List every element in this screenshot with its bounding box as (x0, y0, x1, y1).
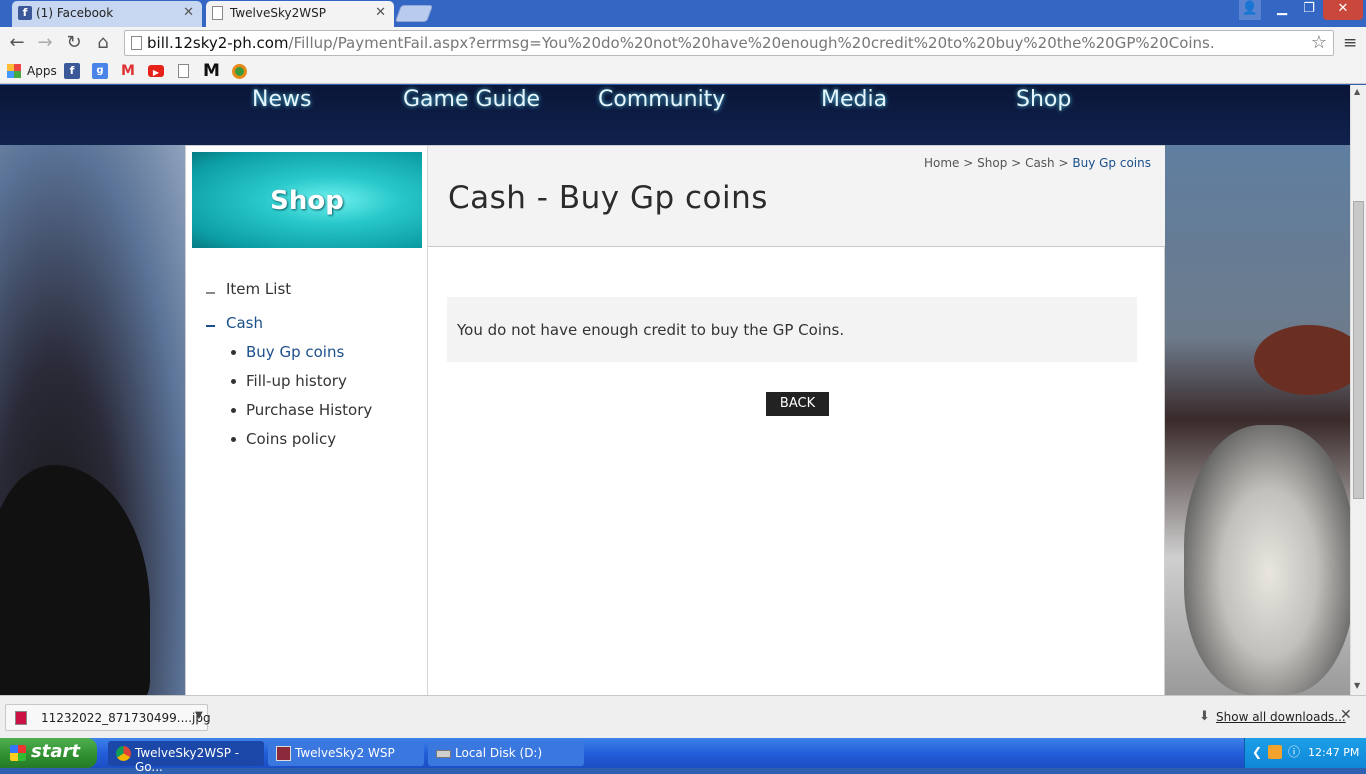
url-path: /Fillup/PaymentFail.aspx?errmsg=You%20do… (288, 34, 1215, 52)
breadcrumb-cash[interactable]: Cash (1025, 156, 1055, 170)
nav-news[interactable]: News (252, 87, 311, 112)
page-icon (212, 6, 223, 20)
show-all-downloads-link[interactable]: Show all downloads... (1216, 710, 1346, 724)
reload-icon[interactable]: ↻ (63, 31, 85, 55)
sidebar-item-fill-up-history[interactable]: Fill-up history (246, 372, 347, 390)
task-twelvesky[interactable]: TwelveSky2 WSP (268, 741, 424, 766)
close-tab-icon[interactable]: ✕ (183, 5, 194, 20)
forward-arrow-icon[interactable]: → (34, 31, 56, 55)
breadcrumb: Home > Shop > Cash > Buy Gp coins (924, 156, 1151, 170)
page-title: Cash - Buy Gp coins (448, 180, 768, 216)
page-scrollbar[interactable]: ▲ ▼ (1350, 85, 1366, 695)
dash-icon (206, 325, 215, 327)
download-arrow-icon: ⬇ (1199, 709, 1210, 724)
browser-tab-strip: f (1) Facebook ✕ TwelveSky2WSP ✕ 👤 ▁ ❐ ✕ (0, 0, 1366, 27)
download-item[interactable]: 11232022_871730499....jpg ▼ (5, 704, 211, 731)
breadcrumb-shop[interactable]: Shop (977, 156, 1007, 170)
minimize-button[interactable]: ▁ (1269, 0, 1295, 20)
tab-label: TwelveSky2WSP (230, 6, 326, 20)
bookmark-star-icon[interactable]: ☆ (1311, 32, 1327, 53)
tab-facebook[interactable]: f (1) Facebook ✕ (12, 1, 202, 27)
nav-shop[interactable]: Shop (1016, 87, 1071, 112)
tray-app-icon[interactable] (1268, 745, 1282, 759)
nav-game-guide[interactable]: Game Guide (403, 87, 540, 112)
back-button[interactable]: BACK (766, 392, 829, 416)
sidebar-item-purchase-history[interactable]: Purchase History (246, 401, 372, 419)
bookmarks-bar: Apps f g M ▶ M (0, 59, 1366, 84)
downloads-bar: 11232022_871730499....jpg ▼ ⬇ Show all d… (0, 695, 1366, 738)
sidebar-item-cash[interactable]: Cash (226, 314, 263, 332)
sidebar-item-buy-gp-coins[interactable]: Buy Gp coins (246, 343, 344, 361)
game-icon (276, 746, 291, 761)
tab-twelvesky[interactable]: TwelveSky2WSP ✕ (206, 1, 394, 27)
chrome-icon (116, 746, 131, 761)
start-button[interactable]: start (0, 738, 97, 768)
gmail-bookmark-icon[interactable]: M (120, 63, 136, 79)
medium-bookmark-icon[interactable]: M (203, 63, 220, 80)
taskbar: start TwelveSky2WSP - Go... TwelveSky2 W… (0, 738, 1366, 774)
clock: 12:47 PM (1308, 746, 1360, 759)
drive-icon (436, 750, 451, 758)
network-bookmark-icon[interactable] (232, 64, 247, 79)
scroll-thumb[interactable] (1353, 201, 1364, 499)
close-downloads-icon[interactable]: ✕ (1340, 707, 1352, 723)
character-artwork (0, 145, 186, 695)
profile-icon[interactable]: 👤 (1239, 0, 1261, 20)
chevron-down-icon[interactable]: ▼ (195, 710, 203, 721)
web-page: News Game Guide Community Media Shop Sho… (0, 85, 1350, 695)
nav-media[interactable]: Media (821, 87, 887, 112)
back-arrow-icon[interactable]: ← (6, 31, 28, 55)
apps-grid-icon[interactable] (7, 64, 21, 78)
content-panel: Shop Item List Cash Buy Gp coins Fill-up… (185, 145, 1165, 695)
restore-button[interactable]: ❐ (1296, 0, 1322, 20)
windows-flag-icon (10, 745, 26, 761)
facebook-icon: f (18, 6, 32, 20)
new-tab-button[interactable] (394, 5, 434, 22)
error-message: You do not have enough credit to buy the… (457, 321, 845, 339)
chevron-left-icon[interactable]: ❮ (1250, 745, 1264, 759)
sidebar-item-coins-policy[interactable]: Coins policy (246, 430, 336, 448)
address-bar[interactable]: bill.12sky2-ph.com/Fillup/PaymentFail.as… (124, 30, 1334, 56)
shop-banner: Shop (192, 152, 422, 248)
image-file-icon (15, 711, 27, 725)
system-tray: ❮ ⓘ 12:47 PM (1244, 738, 1366, 768)
google-bookmark-icon[interactable]: g (92, 63, 108, 79)
site-nav: News Game Guide Community Media Shop (0, 85, 1350, 135)
apps-label[interactable]: Apps (27, 64, 57, 78)
page-bookmark-icon[interactable] (178, 64, 189, 78)
tab-label: (1) Facebook (36, 6, 114, 20)
dash-icon (206, 292, 215, 294)
url-host: bill.12sky2-ph.com (147, 34, 289, 52)
page-icon (131, 36, 142, 50)
facebook-bookmark-icon[interactable]: f (64, 63, 80, 79)
nav-community[interactable]: Community (598, 87, 725, 112)
close-tab-icon[interactable]: ✕ (375, 5, 386, 20)
menu-icon[interactable]: ≡ (1343, 33, 1357, 53)
task-local-disk[interactable]: Local Disk (D:) (428, 741, 584, 766)
scroll-down-icon[interactable]: ▼ (1354, 681, 1360, 690)
close-window-button[interactable]: ✕ (1323, 0, 1363, 20)
page-header: Home > Shop > Cash > Buy Gp coins Cash -… (428, 146, 1165, 247)
youtube-bookmark-icon[interactable]: ▶ (148, 65, 164, 77)
task-chrome[interactable]: TwelveSky2WSP - Go... (108, 741, 264, 774)
sidebar-item-list[interactable]: Item List (226, 280, 291, 298)
shop-banner-title: Shop (270, 186, 344, 216)
error-message-box: You do not have enough credit to buy the… (447, 297, 1137, 362)
tiger-artwork (1164, 145, 1350, 695)
home-icon[interactable]: ⌂ (92, 31, 114, 55)
scroll-up-icon[interactable]: ▲ (1354, 87, 1360, 96)
download-filename: 11232022_871730499....jpg (41, 711, 211, 725)
breadcrumb-current: Buy Gp coins (1072, 156, 1151, 170)
info-icon[interactable]: ⓘ (1287, 745, 1301, 759)
start-label: start (31, 741, 80, 762)
breadcrumb-home[interactable]: Home (924, 156, 959, 170)
